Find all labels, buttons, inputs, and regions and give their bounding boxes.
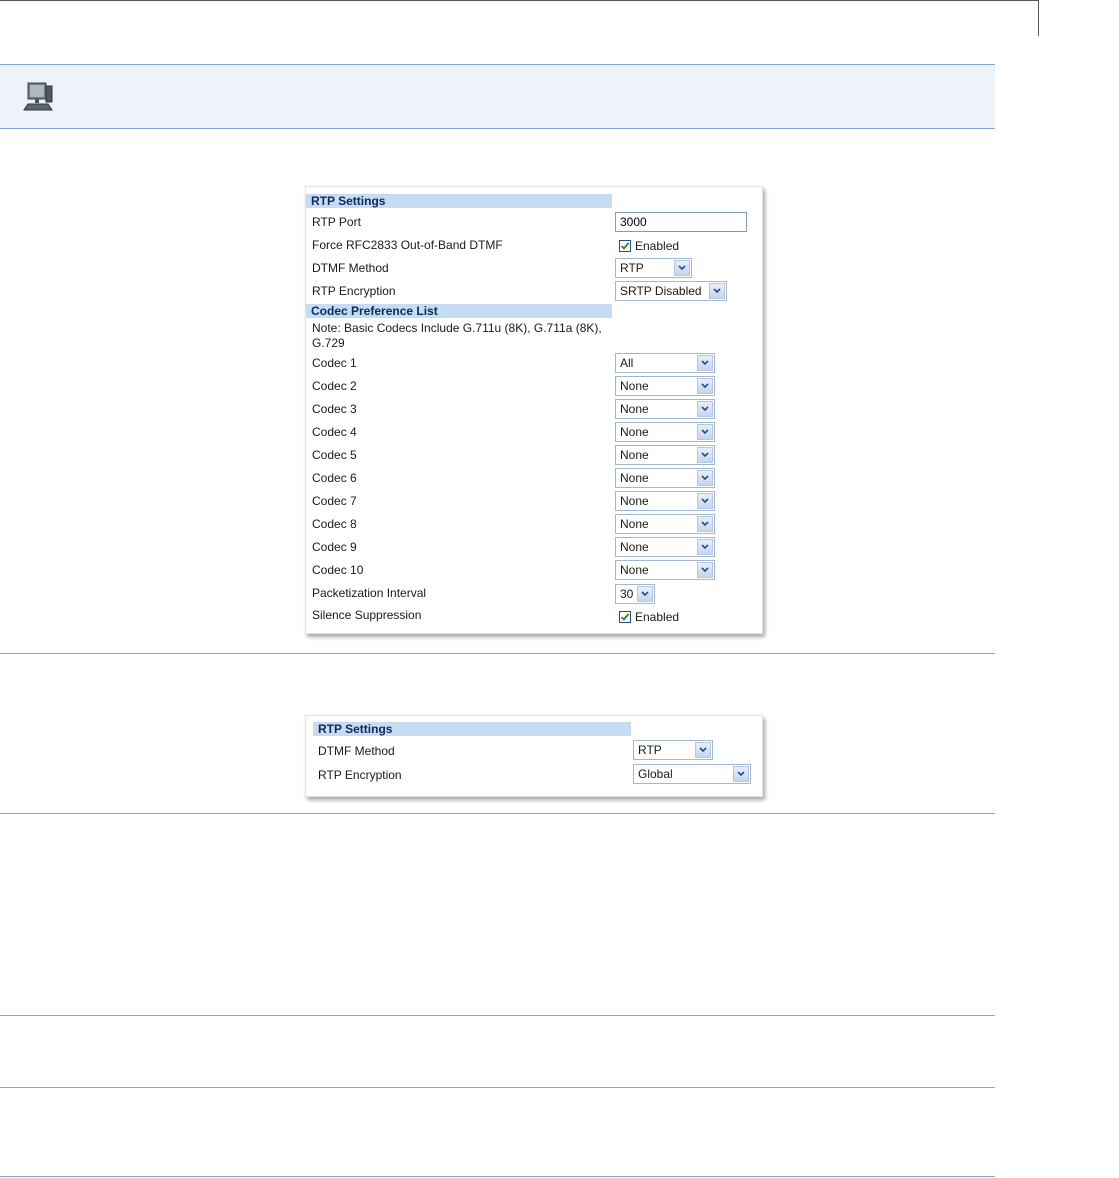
checkmark-icon — [620, 613, 630, 621]
codec-10-label: Codec 10 — [312, 563, 364, 577]
codec-8-value: None — [620, 517, 649, 531]
packetization-interval-select[interactable]: 30 — [615, 584, 655, 604]
codec-7-select[interactable]: None — [615, 491, 715, 511]
section-divider — [0, 653, 995, 654]
codec-9-value: None — [620, 540, 649, 554]
codec-5-value: None — [620, 448, 649, 462]
header-band — [0, 64, 995, 129]
section-header-codec-preference: Codec Preference List — [306, 304, 612, 318]
codec-3-value: None — [620, 402, 649, 416]
top-rule — [0, 0, 1038, 1]
dtmf-method-select[interactable]: RTP — [633, 740, 713, 760]
chevron-down-icon — [701, 567, 709, 573]
packetization-interval-value: 30 — [620, 587, 634, 601]
rtp-settings-panel: RTP Settings RTP Port Force RFC2833 Out-… — [305, 186, 763, 634]
chevron-down-icon — [737, 771, 745, 777]
section-divider — [0, 1087, 995, 1088]
codec-note: Note: Basic Codecs Include G.711u (8K), … — [312, 321, 602, 350]
packetization-interval-label: Packetization Interval — [312, 586, 427, 600]
dtmf-method-select[interactable]: RTP — [615, 258, 692, 278]
rtp-encryption-label: RTP Encryption — [318, 768, 402, 782]
force-rfc2833-enabled-text: Enabled — [635, 239, 680, 253]
codec-2-label: Codec 2 — [312, 379, 357, 393]
section-header-rtp-settings: RTP Settings — [313, 722, 631, 736]
codec-8-select[interactable]: None — [615, 514, 715, 534]
silence-suppression-label: Silence Suppression — [312, 608, 422, 622]
codec-2-value: None — [620, 379, 649, 393]
rtp-encryption-select[interactable]: Global — [633, 764, 751, 784]
codec-2-select[interactable]: None — [615, 376, 715, 396]
chevron-down-icon — [701, 544, 709, 550]
codec-6-value: None — [620, 471, 649, 485]
chevron-down-icon — [701, 498, 709, 504]
codec-7-value: None — [620, 494, 649, 508]
codec-10-value: None — [620, 563, 649, 577]
codec-4-label: Codec 4 — [312, 425, 357, 439]
dtmf-method-label: DTMF Method — [318, 744, 395, 758]
codec-9-label: Codec 9 — [312, 540, 357, 554]
rtp-encryption-label: RTP Encryption — [312, 284, 396, 298]
codec-6-label: Codec 6 — [312, 471, 357, 485]
section-header-rtp-settings: RTP Settings — [306, 194, 612, 208]
dtmf-method-value: RTP — [638, 743, 662, 757]
rtp-encryption-value: Global — [638, 767, 673, 781]
chevron-down-icon — [678, 265, 686, 271]
rtp-port-input[interactable] — [615, 212, 747, 232]
section-divider — [0, 813, 995, 814]
codec-5-select[interactable]: None — [615, 445, 715, 465]
chevron-down-icon — [701, 521, 709, 527]
chevron-down-icon — [701, 475, 709, 481]
dtmf-method-value: RTP — [620, 261, 644, 275]
codec-9-select[interactable]: None — [615, 537, 715, 557]
force-rfc2833-checkbox[interactable]: Enabled — [619, 239, 679, 253]
codec-4-value: None — [620, 425, 649, 439]
force-rfc2833-label: Force RFC2833 Out-of-Band DTMF — [312, 238, 503, 252]
codec-1-value: All — [620, 356, 634, 370]
chevron-down-icon — [641, 591, 649, 597]
chevron-down-icon — [701, 383, 709, 389]
chevron-down-icon — [701, 360, 709, 366]
checkmark-icon — [620, 242, 630, 250]
silence-suppression-enabled-text: Enabled — [635, 610, 680, 624]
computer-icon — [23, 82, 53, 111]
chevron-down-icon — [701, 406, 709, 412]
chevron-down-icon — [699, 747, 707, 753]
chevron-down-icon — [701, 429, 709, 435]
section-divider — [0, 1015, 995, 1016]
codec-7-label: Codec 7 — [312, 494, 357, 508]
codec-4-select[interactable]: None — [615, 422, 715, 442]
chevron-down-icon — [713, 288, 721, 294]
chevron-down-icon — [701, 452, 709, 458]
silence-suppression-checkbox[interactable]: Enabled — [619, 610, 679, 624]
dtmf-method-label: DTMF Method — [312, 261, 389, 275]
codec-3-label: Codec 3 — [312, 402, 357, 416]
rtp-encryption-select[interactable]: SRTP Disabled — [615, 281, 727, 301]
codec-10-select[interactable]: None — [615, 560, 715, 580]
rtp-port-label: RTP Port — [312, 215, 361, 229]
page-edge — [1038, 0, 1039, 36]
rtp-encryption-value: SRTP Disabled — [620, 284, 702, 298]
codec-8-label: Codec 8 — [312, 517, 357, 531]
codec-3-select[interactable]: None — [615, 399, 715, 419]
rtp-settings-panel-account: RTP Settings DTMF Method RTP RTP Encrypt… — [305, 715, 763, 797]
codec-1-select[interactable]: All — [615, 353, 715, 373]
codec-6-select[interactable]: None — [615, 468, 715, 488]
codec-5-label: Codec 5 — [312, 448, 357, 462]
codec-1-label: Codec 1 — [312, 356, 357, 370]
section-divider — [0, 1176, 995, 1177]
